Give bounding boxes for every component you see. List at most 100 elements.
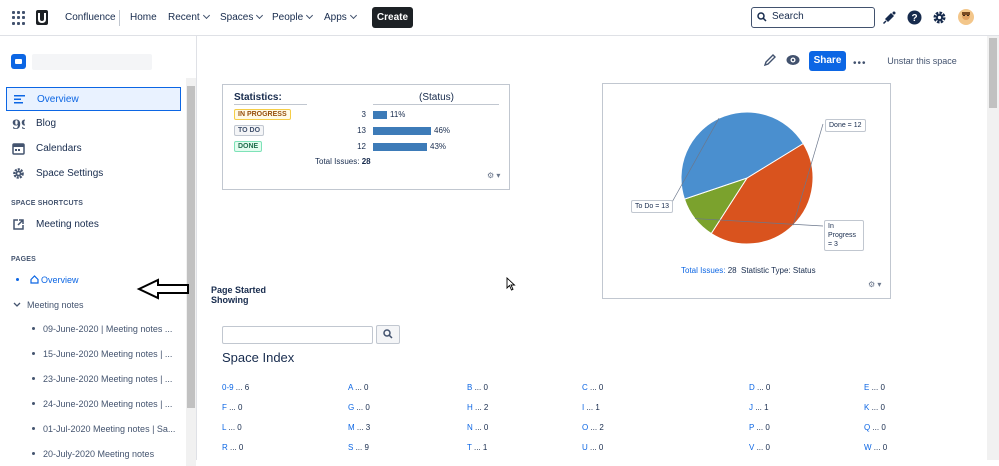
app-switcher-icon[interactable] bbox=[12, 11, 26, 25]
sidebar-shortcut-meeting-notes[interactable]: Meeting notes bbox=[6, 213, 181, 237]
status-count: 3 bbox=[361, 110, 366, 119]
space-index-entry[interactable]: O ... 2 bbox=[582, 423, 604, 432]
avatar[interactable] bbox=[958, 9, 974, 25]
space-index-entry[interactable]: Q ... 0 bbox=[864, 423, 886, 432]
index-separator: ... bbox=[754, 383, 766, 392]
space-index-entry[interactable]: M ... 3 bbox=[348, 423, 370, 432]
status-percent: 11% bbox=[390, 110, 406, 119]
space-index-entry[interactable]: V ... 0 bbox=[749, 443, 770, 452]
space-index-entry[interactable]: W ... 0 bbox=[864, 443, 887, 452]
share-button[interactable]: Share bbox=[809, 51, 846, 71]
space-index-search-input[interactable] bbox=[222, 326, 373, 344]
space-index-entry[interactable]: 0-9 ... 6 bbox=[222, 383, 249, 392]
search-input[interactable]: Search bbox=[751, 7, 875, 28]
tree-item-page[interactable]: 01-Jul-2020 Meeting notes | Sa... bbox=[32, 424, 175, 434]
space-logo-icon[interactable] bbox=[11, 54, 26, 69]
index-count: 0 bbox=[881, 423, 886, 432]
page-scrollbar[interactable] bbox=[989, 38, 997, 108]
space-name[interactable] bbox=[32, 54, 152, 70]
space-index-entry[interactable]: H ... 2 bbox=[467, 403, 488, 412]
index-separator: ... bbox=[584, 403, 596, 412]
space-index-entry[interactable]: I ... 1 bbox=[582, 403, 600, 412]
divider bbox=[373, 104, 499, 105]
help-icon[interactable]: ? bbox=[907, 10, 922, 25]
tree-item-page[interactable]: 23-June-2020 Meeting notes | ... bbox=[32, 374, 172, 384]
statistics-title: Statistics: bbox=[234, 92, 282, 103]
sidebar-item-calendars[interactable]: Calendars bbox=[6, 137, 181, 161]
index-count: 0 bbox=[880, 383, 885, 392]
mouse-cursor-icon bbox=[506, 277, 516, 291]
tree-item-meeting-notes[interactable]: Meeting notes bbox=[13, 300, 84, 310]
space-index-search-button[interactable] bbox=[376, 325, 400, 344]
status-percent: 46% bbox=[434, 126, 451, 135]
edit-icon[interactable] bbox=[763, 53, 777, 67]
sidebar-item-blog[interactable]: 99 Blog bbox=[6, 112, 181, 136]
chevron-down-icon[interactable] bbox=[13, 302, 21, 308]
space-index-entry[interactable]: A ... 0 bbox=[348, 383, 368, 392]
space-index-entry[interactable]: S ... 9 bbox=[348, 443, 369, 452]
watch-icon[interactable] bbox=[786, 53, 800, 67]
space-index-entry[interactable]: L ... 0 bbox=[222, 423, 242, 432]
gadget-settings-icon[interactable]: ⚙ ▾ bbox=[868, 280, 881, 289]
tree-item-label: Meeting notes bbox=[27, 300, 84, 310]
pie-total: Total Issues: 28 bbox=[681, 266, 737, 275]
index-letter-link[interactable]: M bbox=[348, 423, 355, 432]
nav-people[interactable]: People bbox=[272, 11, 314, 23]
index-separator: ... bbox=[471, 443, 483, 452]
confluence-logo-icon[interactable] bbox=[36, 10, 48, 25]
home-icon bbox=[29, 275, 39, 284]
pie-chart-panel: Done = 12 In Progress = 3 To Do = 13 Tot… bbox=[602, 83, 891, 299]
index-count: 0 bbox=[483, 423, 489, 432]
index-count: 0 bbox=[765, 383, 771, 392]
app-name[interactable]: Confluence bbox=[65, 12, 116, 23]
space-index-entry[interactable]: P ... 0 bbox=[749, 423, 770, 432]
sidebar-scrollbar[interactable] bbox=[187, 86, 195, 408]
page-started-line: Page Started bbox=[211, 285, 267, 295]
space-index-entry[interactable]: U ... 0 bbox=[582, 443, 603, 452]
tree-item-label: 20-July-2020 Meeting notes bbox=[43, 449, 155, 459]
gadget-settings-icon[interactable]: ⚙ ▾ bbox=[487, 171, 500, 180]
sidebar-item-space-settings[interactable]: Space Settings bbox=[6, 162, 181, 186]
statistics-total: Total Issues: 28 bbox=[315, 157, 371, 166]
status-bar bbox=[373, 111, 387, 119]
index-letter-link[interactable]: W bbox=[864, 443, 872, 452]
index-separator: ... bbox=[353, 443, 365, 452]
space-index-entry[interactable]: T ... 1 bbox=[467, 443, 487, 452]
unstar-space-button[interactable]: Unstar this space bbox=[879, 51, 965, 71]
tree-item-page[interactable]: 09-June-2020 | Meeting notes ... bbox=[32, 324, 172, 334]
nav-apps[interactable]: Apps bbox=[324, 11, 357, 23]
nav-recent[interactable]: Recent bbox=[168, 11, 210, 23]
notifications-icon[interactable] bbox=[882, 10, 897, 25]
index-separator: ... bbox=[472, 423, 484, 432]
index-separator: ... bbox=[753, 403, 765, 412]
space-index-entry[interactable]: N ... 0 bbox=[467, 423, 488, 432]
create-button[interactable]: Create bbox=[372, 7, 413, 28]
space-index-entry[interactable]: C ... 0 bbox=[582, 383, 603, 392]
tree-item-label: 01-Jul-2020 Meeting notes | Sa... bbox=[43, 424, 176, 434]
status-lozenge: DONE bbox=[234, 141, 263, 152]
tree-item-page[interactable]: 24-June-2020 Meeting notes | ... bbox=[32, 399, 172, 409]
space-index-entry[interactable]: E ... 0 bbox=[864, 383, 885, 392]
sidebar-item-overview[interactable]: Overview bbox=[6, 87, 181, 111]
more-actions-button[interactable]: ••• bbox=[853, 58, 867, 69]
settings-icon[interactable] bbox=[932, 10, 947, 25]
divider bbox=[234, 104, 307, 105]
annotation-arrow-icon bbox=[136, 278, 189, 300]
space-index-entry[interactable]: K ... 0 bbox=[864, 403, 885, 412]
space-index-entry[interactable]: R ... 0 bbox=[222, 443, 243, 452]
tree-item-page[interactable]: 20-July-2020 Meeting notes bbox=[32, 449, 154, 459]
pie-statistic-type: Statistic Type: Status bbox=[741, 266, 816, 275]
tree-item-overview[interactable]: Overview bbox=[16, 274, 79, 285]
space-index-entry[interactable]: B ... 0 bbox=[467, 383, 488, 392]
space-index-entry[interactable]: G ... 0 bbox=[348, 403, 370, 412]
space-index-entry[interactable]: D ... 0 bbox=[749, 383, 770, 392]
tree-item-page[interactable]: 15-June-2020 Meeting notes | ... bbox=[32, 349, 172, 359]
space-index-entry[interactable]: F ... 0 bbox=[222, 403, 242, 412]
search-icon bbox=[757, 12, 767, 22]
nav-home[interactable]: Home bbox=[130, 12, 157, 23]
space-index-entry[interactable]: J ... 1 bbox=[749, 403, 769, 412]
sidebar-item-label: Overview bbox=[37, 94, 79, 105]
index-letter-link[interactable]: 0-9 bbox=[222, 383, 234, 392]
bullet-icon bbox=[32, 452, 35, 455]
nav-spaces[interactable]: Spaces bbox=[220, 11, 264, 23]
